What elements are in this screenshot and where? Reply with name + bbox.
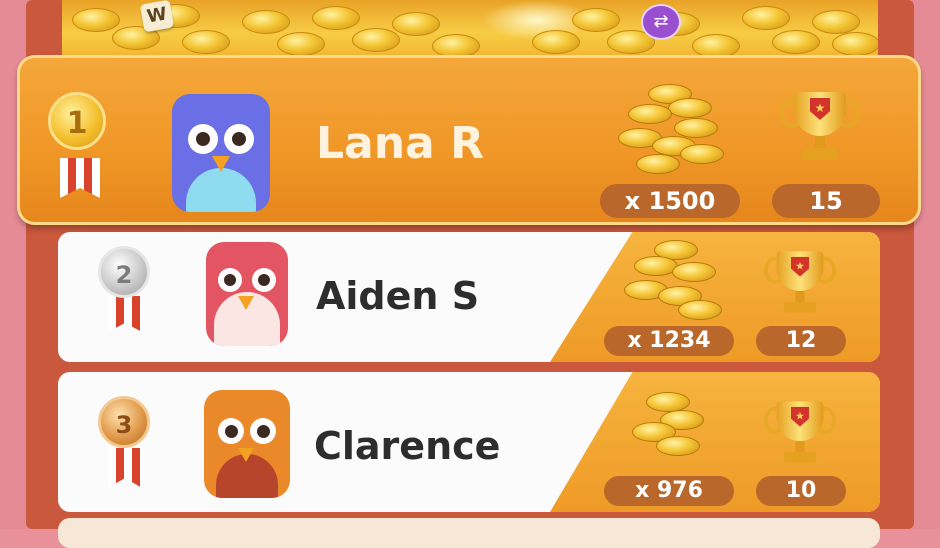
player-name: Aiden S <box>316 274 480 318</box>
blue-bird-avatar <box>172 94 270 212</box>
orange-bird-avatar <box>204 390 290 498</box>
player-name: Lana R <box>316 118 484 169</box>
player-name: Clarence <box>314 424 501 468</box>
trophy-icon: ★ <box>764 246 836 318</box>
shuffle-icon: ⇄ <box>641 4 681 40</box>
coins-reward: x 976 <box>604 476 734 506</box>
trophy-count: 12 <box>756 326 846 356</box>
leaderboard-row-2[interactable]: 2 Aiden S x 1234 ★ 12 <box>58 232 880 362</box>
coins-reward: x 1500 <box>600 184 740 218</box>
trophy-icon: ★ <box>780 86 860 166</box>
coin-pile-header <box>62 0 878 60</box>
coins-reward: x 1234 <box>604 326 734 356</box>
letter-tile: W <box>139 0 175 33</box>
gold-medal-icon: 1 <box>48 92 106 150</box>
silver-medal-icon: 2 <box>98 246 150 298</box>
leaderboard-row-3[interactable]: 3 Clarence x 976 ★ 10 <box>58 372 880 512</box>
trophy-count: 10 <box>756 476 846 506</box>
trophy-icon: ★ <box>764 396 836 468</box>
coin-stack-icon <box>626 392 716 472</box>
leaderboard-row-1[interactable]: 1 Lana R x 1500 ★ 15 <box>17 55 921 225</box>
red-bird-avatar <box>206 242 288 346</box>
coin-stack-icon <box>624 240 724 324</box>
trophy-count: 15 <box>772 184 880 218</box>
bronze-medal-icon: 3 <box>98 396 150 448</box>
coin-stack-icon <box>618 84 728 184</box>
leaderboard-row-4-partial <box>58 518 880 548</box>
